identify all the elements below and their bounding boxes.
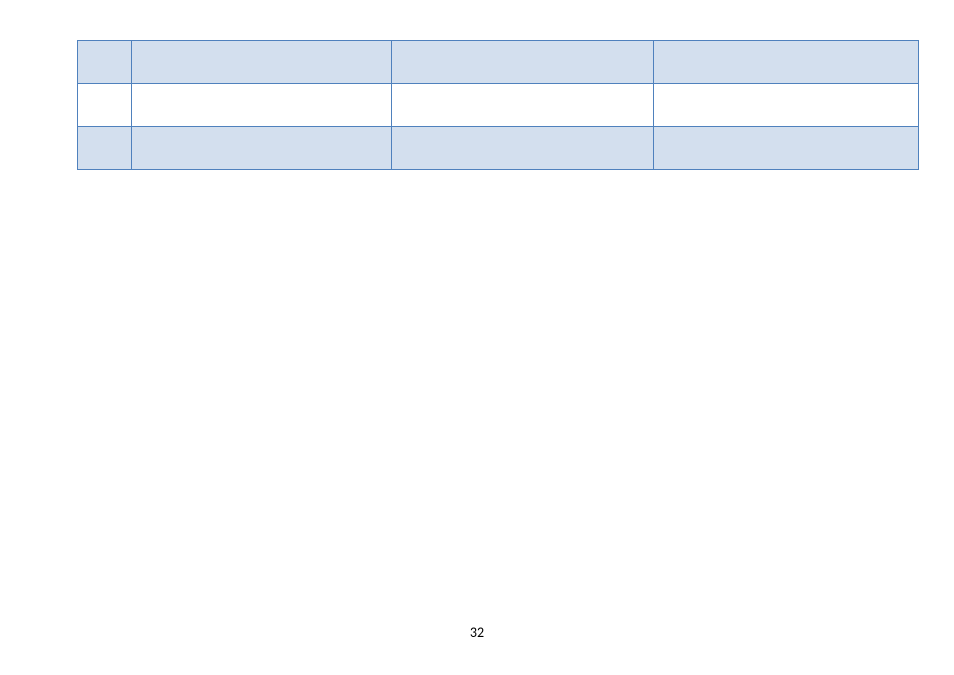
table-cell bbox=[392, 84, 654, 127]
table-row bbox=[78, 127, 919, 170]
table-cell bbox=[654, 127, 919, 170]
table-cell bbox=[78, 127, 132, 170]
document-page: 32 bbox=[0, 0, 954, 675]
table-cell bbox=[654, 84, 919, 127]
table-cell bbox=[392, 41, 654, 84]
table-row bbox=[78, 41, 919, 84]
table-cell bbox=[132, 84, 392, 127]
table-row bbox=[78, 84, 919, 127]
page-number: 32 bbox=[0, 624, 954, 641]
table-cell bbox=[654, 41, 919, 84]
table-cell bbox=[132, 127, 392, 170]
data-table bbox=[77, 40, 919, 170]
table-cell bbox=[78, 84, 132, 127]
table-container bbox=[77, 40, 918, 170]
table-cell bbox=[132, 41, 392, 84]
table-cell bbox=[78, 41, 132, 84]
table-cell bbox=[392, 127, 654, 170]
